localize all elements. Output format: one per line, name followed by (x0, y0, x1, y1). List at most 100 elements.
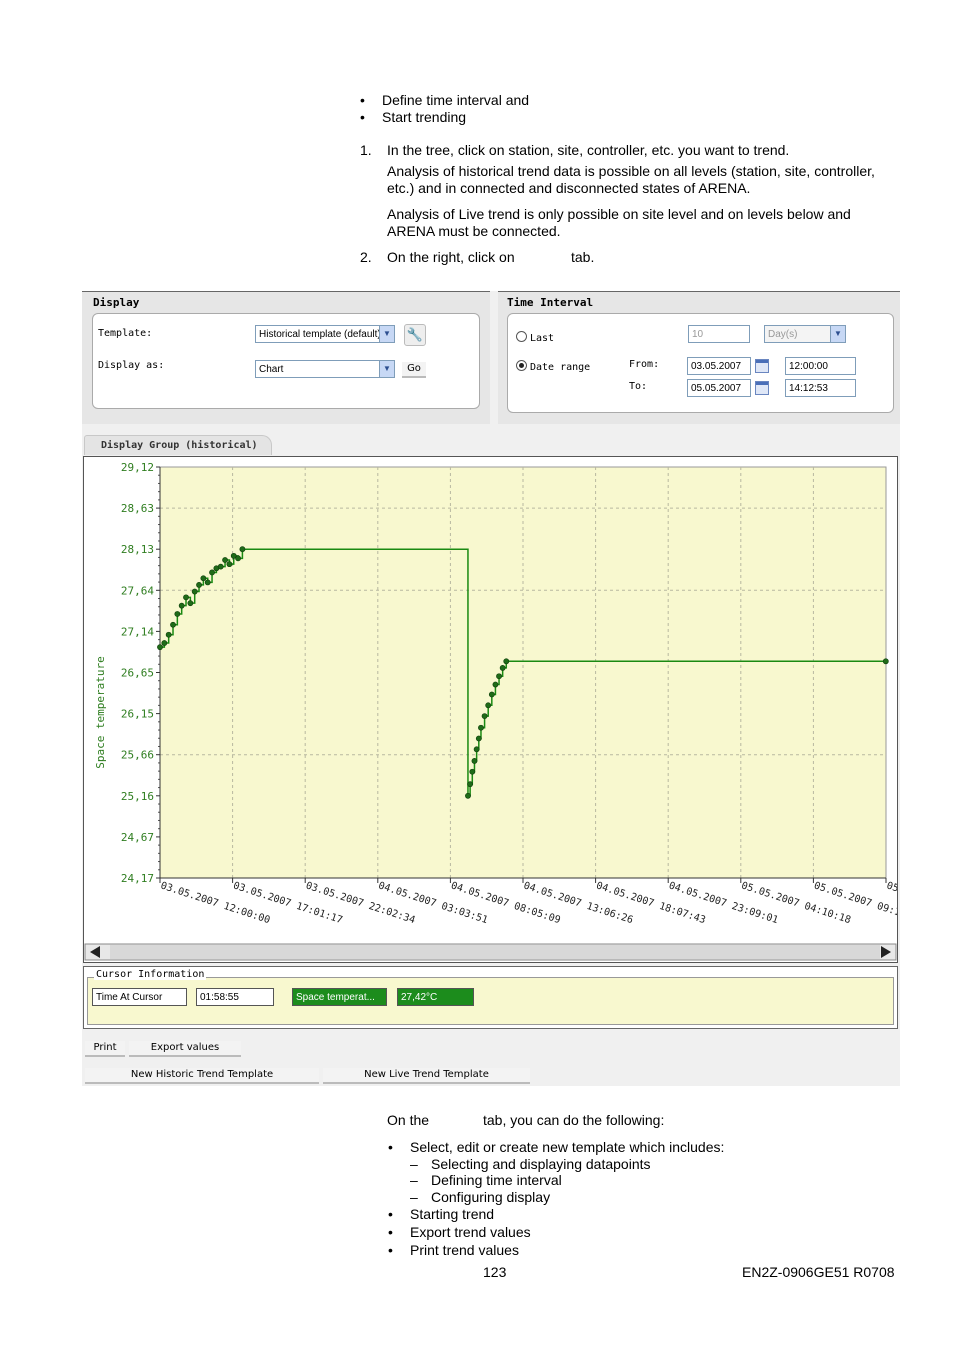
x-tick-label: 05.05.2007 09:11:35 (812, 880, 897, 926)
data-point (161, 640, 168, 646)
closing-bullet-4: Print trend values (388, 1242, 519, 1259)
y-tick-label: 27,14 (121, 625, 154, 638)
data-point (475, 735, 482, 742)
data-point (178, 602, 185, 609)
trend-screenshot: Display Template: Historical template (d… (82, 291, 900, 1086)
step-2-number: 2. (360, 249, 372, 265)
from-time-input[interactable]: 12:00:00 (785, 357, 856, 375)
date-range-label: Date range (530, 362, 591, 373)
from-label: From: (629, 359, 660, 370)
step-1-para-1: Analysis of historical trend data is pos… (387, 163, 875, 196)
data-point (217, 563, 224, 570)
last-unit-value: Day(s) (768, 329, 798, 340)
series-name-badge: Space temperat... (292, 988, 387, 1006)
data-point (467, 781, 474, 788)
data-point (209, 569, 215, 576)
tab-display-group[interactable]: Display Group (historical) (84, 435, 272, 455)
wrench-icon[interactable]: 🔧 (404, 324, 426, 346)
display-as-select-value: Chart (259, 364, 284, 375)
data-point (222, 557, 228, 563)
last-label: Last (530, 333, 555, 344)
data-point (473, 746, 480, 753)
template-label: Template: (98, 328, 153, 339)
data-point (165, 631, 172, 638)
calendar-icon[interactable] (755, 381, 769, 395)
closing-bullet-3: Export trend values (388, 1224, 531, 1241)
data-point (157, 644, 163, 651)
to-date-input[interactable]: 05.05.2007 (687, 379, 751, 397)
to-time-input[interactable]: 14:12:53 (785, 379, 856, 397)
calendar-icon[interactable] (755, 359, 769, 373)
data-point (200, 575, 207, 582)
y-tick-label: 25,16 (121, 790, 154, 803)
export-values-button[interactable]: Export values (129, 1041, 241, 1057)
tab-strip: Display Group (historical) (82, 435, 900, 456)
cursor-info-title: Cursor Information (94, 969, 207, 980)
display-panel-body: Template: Historical template (default) … (92, 313, 480, 409)
step-2-text: On the right, click on (387, 249, 515, 265)
data-point (226, 561, 233, 568)
closing-bullet-1: Select, edit or create new template whic… (388, 1139, 724, 1156)
data-point (235, 555, 241, 562)
data-point (488, 691, 495, 698)
print-button[interactable]: Print (85, 1041, 125, 1057)
new-historic-template-button[interactable]: New Historic Trend Template (85, 1068, 319, 1084)
y-tick-label: 28,63 (121, 502, 154, 515)
step-1-text: In the tree, click on station, site, con… (387, 142, 790, 158)
data-point (196, 582, 202, 588)
closing-sub-dash: – (410, 1189, 418, 1205)
template-select[interactable]: Historical template (default) ▼ (255, 325, 395, 343)
closing-sub-2: Defining time interval (431, 1172, 562, 1188)
y-axis-label: Space temperature (94, 656, 107, 769)
data-point (496, 673, 502, 680)
chevron-down-icon[interactable]: ▼ (830, 326, 845, 342)
y-tick-label: 26,15 (121, 708, 154, 721)
y-tick-label: 24,17 (121, 872, 154, 885)
data-point (174, 611, 181, 617)
go-button[interactable]: Go (402, 362, 426, 378)
scrollbar-track (110, 945, 880, 959)
data-point (478, 724, 484, 731)
intro-bullet-2: Start trending (360, 109, 466, 126)
display-as-label: Display as: (98, 360, 165, 371)
document-id: EN2Z-0906GE51 R0708 (742, 1264, 895, 1280)
time-at-cursor-value: 01:58:55 (196, 988, 274, 1006)
chevron-down-icon[interactable]: ▼ (379, 326, 394, 342)
last-value-input[interactable]: 10 (688, 325, 750, 343)
data-point (481, 713, 488, 719)
closing-sub-3: Configuring display (431, 1189, 551, 1205)
y-tick-label: 28,13 (121, 543, 154, 556)
data-point (492, 681, 499, 688)
time-interval-panel: Time Interval Last 10 Day(s) ▼ Date rang… (498, 291, 900, 424)
last-radio[interactable] (516, 331, 527, 342)
series-value-badge: 27,42°C (397, 988, 474, 1006)
data-point (499, 665, 506, 671)
closing-intro-b: tab, you can do the following: (483, 1112, 665, 1128)
data-point (485, 702, 492, 709)
data-point (187, 600, 194, 607)
date-range-radio[interactable] (516, 360, 527, 371)
data-point (471, 758, 478, 764)
closing-sub-1: Selecting and displaying datapoints (431, 1156, 651, 1172)
last-unit-select[interactable]: Day(s) ▼ (764, 325, 846, 343)
data-point (469, 768, 476, 775)
time-interval-body: Last 10 Day(s) ▼ Date range From: To: 03… (507, 313, 894, 413)
data-point (239, 546, 246, 553)
template-select-value: Historical template (default) (259, 329, 381, 340)
x-tick-label: 05 (885, 880, 897, 894)
new-live-template-button[interactable]: New Live Trend Template (323, 1068, 530, 1084)
page-number: 123 (483, 1264, 507, 1280)
from-date-input[interactable]: 03.05.2007 (687, 357, 751, 375)
data-point (503, 658, 510, 665)
display-as-select[interactable]: Chart ▼ (255, 360, 395, 378)
step-1-number: 1. (360, 142, 372, 158)
to-label: To: (629, 381, 648, 392)
y-tick-label: 27,64 (121, 584, 154, 597)
data-point (465, 792, 471, 799)
display-panel: Display Template: Historical template (d… (82, 291, 490, 424)
data-point (183, 594, 189, 601)
trend-chart: 03.05.2007 12:00:0003.05.2007 17:01:1703… (84, 461, 897, 961)
chevron-down-icon[interactable]: ▼ (379, 361, 394, 377)
y-tick-label: 29,12 (121, 461, 154, 474)
y-tick-label: 24,67 (121, 831, 154, 844)
